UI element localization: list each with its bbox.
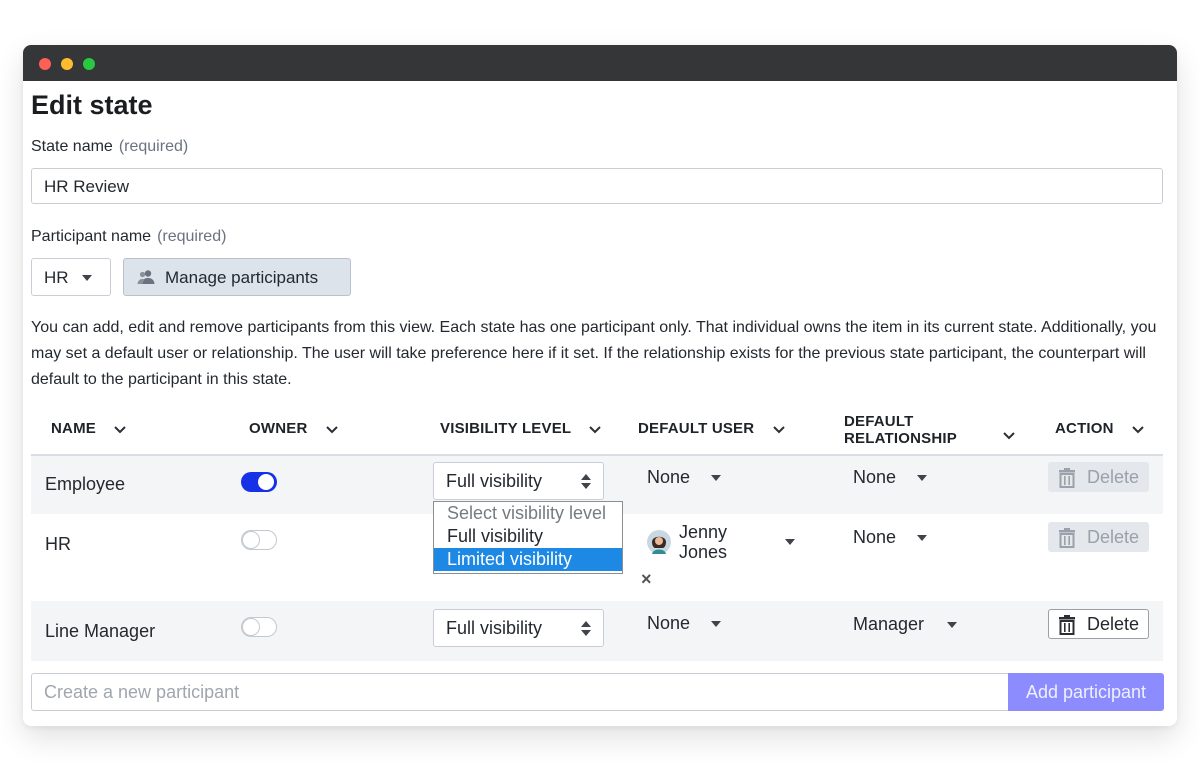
trash-icon [1058, 468, 1076, 496]
delete-button-label: Delete [1087, 467, 1140, 487]
visibility-select[interactable]: Full visibility [433, 462, 604, 500]
default-relationship-select[interactable]: None [853, 467, 896, 488]
delete-button-label: Delete [1087, 527, 1140, 547]
default-user-last-name: Jones [679, 542, 728, 562]
manage-participants-button[interactable]: Manage participants [123, 258, 351, 296]
column-header-owner-label: OWNER [249, 420, 308, 437]
visibility-dropdown-list[interactable]: Select visibility level Full visibility … [433, 501, 623, 574]
trash-icon [1058, 615, 1076, 643]
trash-icon [1058, 528, 1076, 556]
column-header-action-label: ACTION [1055, 420, 1114, 437]
default-user-select[interactable]: None [647, 613, 690, 634]
caret-down-icon[interactable] [711, 621, 721, 627]
state-name-label: State name (required) [31, 138, 188, 156]
delete-button[interactable]: Delete [1048, 462, 1149, 492]
select-arrows-icon [581, 474, 591, 490]
row-name: Employee [45, 474, 126, 494]
column-header-visibility-label: VISIBILITY LEVEL [440, 420, 572, 437]
visibility-select[interactable]: Full visibility [433, 609, 604, 647]
chevron-down-icon [114, 421, 127, 438]
participant-select[interactable]: HR [31, 258, 111, 296]
window-titlebar [23, 45, 1177, 81]
column-header-default-relationship-line1: DEFAULT [844, 413, 914, 430]
default-relationship-select[interactable]: None [853, 527, 896, 548]
caret-down-icon[interactable] [917, 535, 927, 541]
participant-name-required: (required) [157, 228, 227, 245]
participant-name-label-text: Participant name [31, 228, 152, 245]
delete-button[interactable]: Delete [1048, 609, 1149, 639]
row-name: Line Manager [45, 621, 156, 641]
participant-name-label: Participant name (required) [31, 228, 226, 246]
owner-toggle[interactable] [241, 530, 277, 550]
state-name-input[interactable]: HR Review [31, 168, 1163, 204]
visibility-select-value: Full visibility [446, 618, 543, 638]
clear-user-icon[interactable]: × [641, 569, 652, 590]
toggle-knob [243, 532, 259, 548]
delete-button[interactable]: Delete [1048, 522, 1149, 552]
caret-down-icon[interactable] [947, 622, 957, 628]
chevron-down-icon [772, 421, 785, 438]
column-header-visibility[interactable]: VISIBILITY LEVEL [440, 420, 602, 438]
owner-toggle[interactable] [241, 472, 277, 492]
column-header-default-user-label: DEFAULT USER [638, 420, 755, 437]
row-name: HR [45, 534, 71, 554]
column-header-name-label: NAME [51, 420, 96, 437]
column-header-default-relationship-line2: RELATIONSHIP [844, 430, 957, 447]
default-user-first-name: Jenny [679, 522, 728, 542]
chevron-down-icon [326, 421, 338, 438]
chevron-down-icon [589, 421, 602, 438]
caret-down-icon[interactable] [917, 475, 927, 481]
toggle-knob [243, 619, 259, 635]
owner-toggle[interactable] [241, 617, 277, 637]
help-text: You can add, edit and remove participant… [31, 319, 1157, 388]
select-arrows-icon [581, 621, 591, 637]
visibility-option-limited[interactable]: Limited visibility [434, 548, 622, 571]
column-header-action[interactable]: ACTION [1055, 420, 1144, 438]
caret-down-icon [82, 275, 92, 281]
toggle-knob [258, 474, 274, 490]
manage-participants-label: Manage participants [165, 268, 319, 287]
default-user-value: Jenny Jones [679, 522, 727, 562]
maximize-window-button[interactable] [83, 58, 95, 70]
visibility-option-full[interactable]: Full visibility [434, 525, 622, 548]
participant-select-value: HR [44, 268, 69, 287]
column-header-default-user[interactable]: DEFAULT USER [638, 420, 785, 438]
new-participant-input[interactable]: Create a new participant [31, 673, 1008, 711]
delete-button-label: Delete [1087, 614, 1140, 634]
chevron-down-icon [1132, 421, 1144, 438]
column-header-name[interactable]: NAME [51, 420, 127, 438]
caret-down-icon[interactable] [785, 539, 795, 545]
users-icon [136, 269, 156, 290]
column-header-owner[interactable]: OWNER [249, 420, 338, 438]
app-window: Edit state State name (required) HR Revie… [23, 45, 1177, 726]
state-name-required: (required) [118, 138, 189, 155]
add-participant-button[interactable]: Add participant [1008, 673, 1164, 711]
default-relationship-select[interactable]: Manager [853, 614, 924, 635]
column-header-default-relationship[interactable]: DEFAULT RELATIONSHIP [844, 413, 957, 447]
visibility-option-placeholder[interactable]: Select visibility level [434, 502, 622, 525]
state-name-label-text: State name [31, 138, 113, 155]
avatar [647, 530, 671, 559]
caret-down-icon[interactable] [711, 475, 721, 481]
minimize-window-button[interactable] [61, 58, 73, 70]
close-window-button[interactable] [39, 58, 51, 70]
page-title: Edit state [31, 90, 153, 120]
chevron-down-icon[interactable] [1003, 427, 1015, 445]
visibility-select-value: Full visibility [446, 471, 543, 491]
default-user-select[interactable]: None [647, 467, 690, 488]
